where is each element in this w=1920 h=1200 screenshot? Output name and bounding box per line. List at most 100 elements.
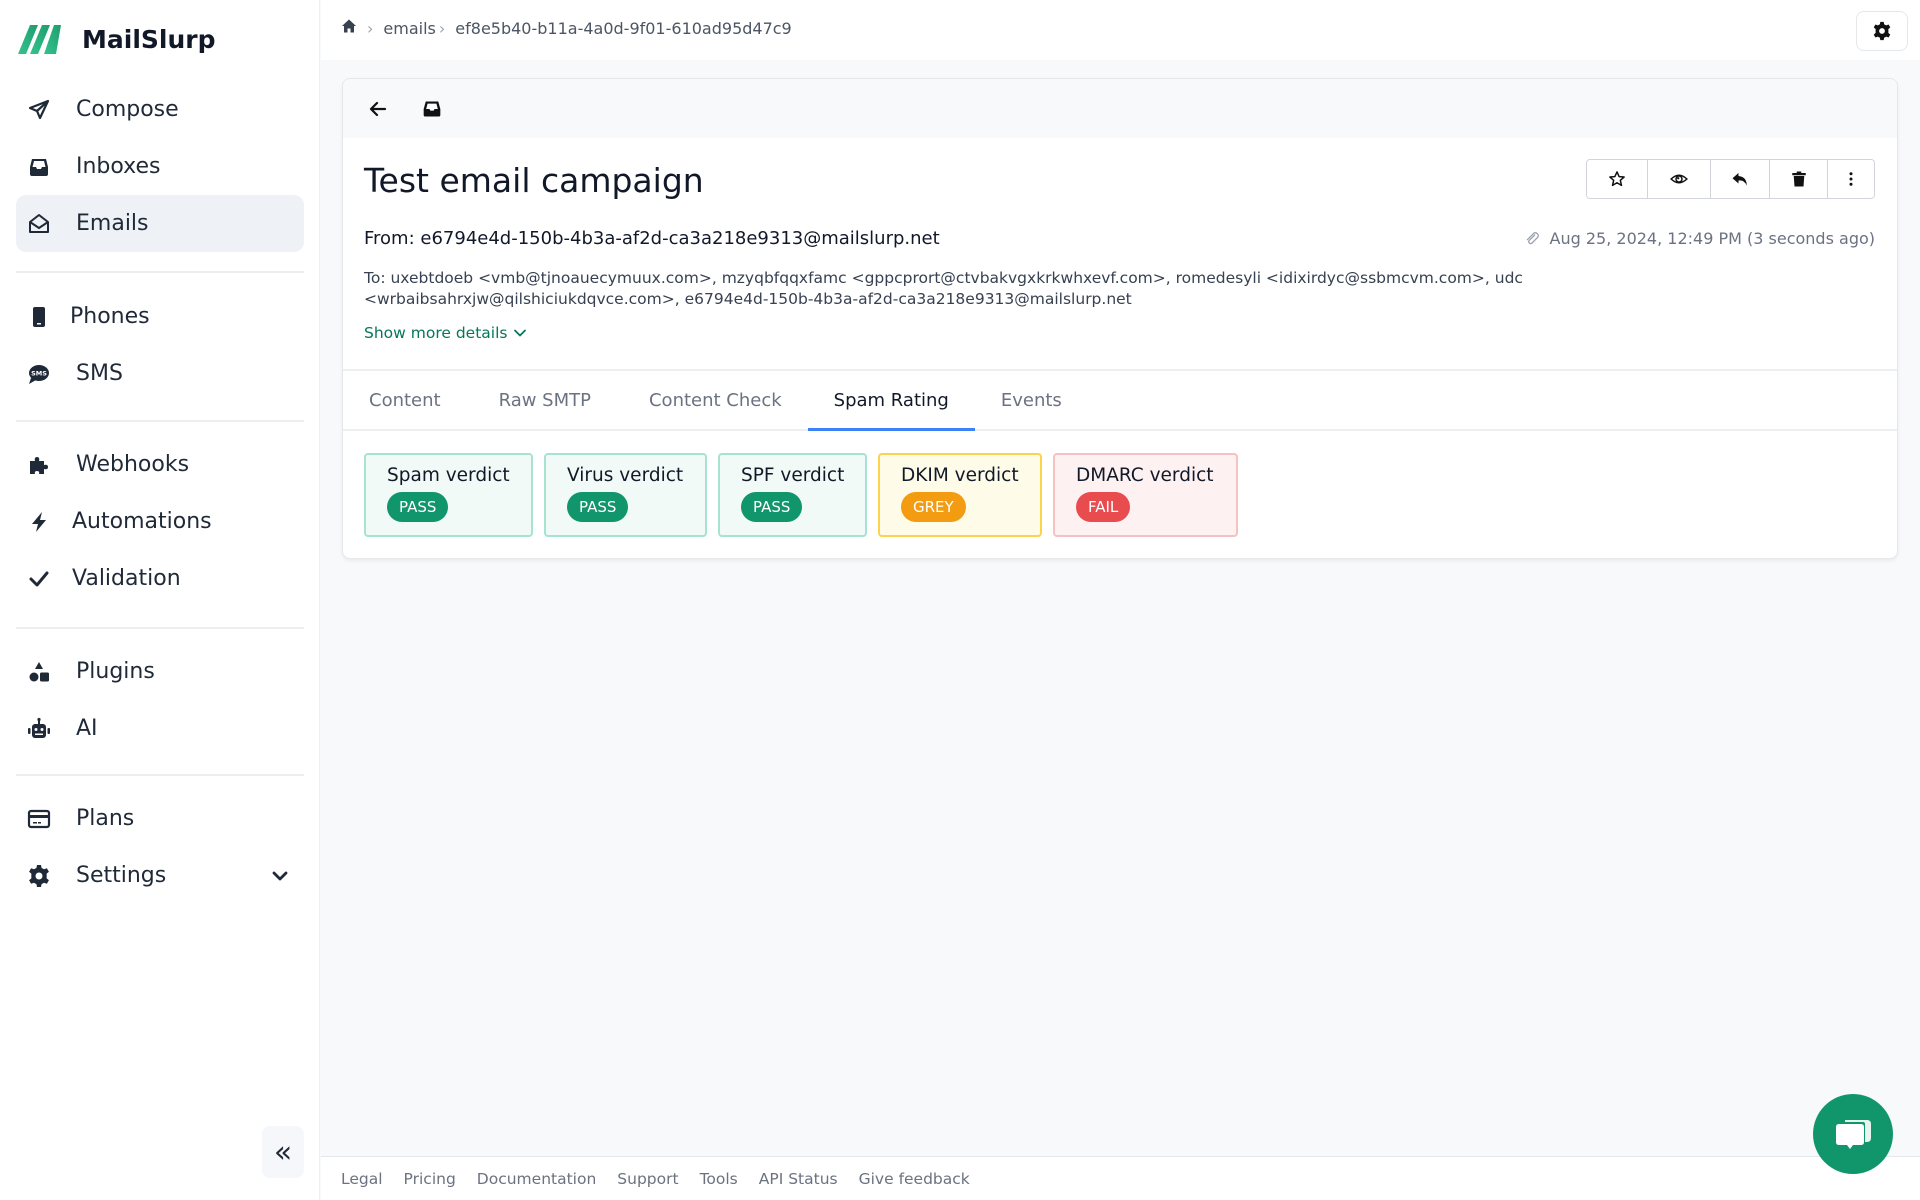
sidebar-item-settings[interactable]: Settings [16, 847, 304, 904]
tab-content[interactable]: Content [343, 371, 473, 429]
inbox-icon [423, 101, 441, 116]
envelope-open-icon [26, 211, 52, 237]
email-toolbar [343, 79, 1897, 138]
sidebar-item-validation[interactable]: Validation [16, 550, 304, 607]
shapes-icon [26, 659, 52, 685]
email-card: Test email campaign From: e6794e4d-150b-… [342, 78, 1898, 559]
nav-group-integrations: Webhooks Automations Validation [16, 436, 304, 607]
breadcrumb-email-id: ef8e5b40-b11a-4a0d-9f01-610ad95d47c9 [455, 18, 792, 38]
back-button[interactable] [363, 94, 393, 124]
trash-icon [1791, 171, 1806, 187]
tab-label: Content Check [648, 389, 782, 411]
footer-link-tools[interactable]: Tools [700, 1170, 738, 1188]
tab-label: Events [1000, 389, 1062, 411]
delete-button[interactable] [1770, 160, 1828, 198]
double-chevron-left-icon: « [273, 1134, 293, 1170]
more-options-button[interactable] [1828, 160, 1874, 198]
nav-group-phone: Phones SMS SMS [16, 288, 304, 402]
verdict-card-spf: SPF verdict PASS [718, 453, 867, 537]
sidebar-item-plugins[interactable]: Plugins [16, 643, 304, 700]
verdict-status-badge: PASS [387, 492, 449, 522]
tab-raw-smtp[interactable]: Raw SMTP [473, 371, 623, 429]
robot-icon [26, 716, 52, 742]
home-icon[interactable] [341, 18, 357, 38]
footer-link-pricing[interactable]: Pricing [404, 1170, 456, 1188]
sidebar-item-webhooks[interactable]: Webhooks [16, 436, 304, 493]
sidebar-item-label: Automations [72, 509, 212, 534]
sidebar-item-inboxes[interactable]: Inboxes [16, 138, 304, 195]
verdict-status-badge: GREY [901, 492, 966, 522]
tab-content-check[interactable]: Content Check [623, 371, 808, 429]
footer-link-support[interactable]: Support [617, 1170, 678, 1188]
nav-group-account: Plans Settings [16, 790, 304, 904]
tab-spam-rating[interactable]: Spam Rating [807, 371, 976, 431]
phone-icon [26, 304, 52, 330]
verdict-label: Spam verdict [387, 465, 510, 486]
sidebar-item-automations[interactable]: Automations [16, 493, 304, 550]
eye-icon [1670, 174, 1688, 184]
reply-icon [1732, 173, 1747, 186]
sidebar-divider [16, 774, 304, 776]
gear-icon [1873, 21, 1891, 41]
star-button[interactable] [1587, 160, 1648, 198]
footer-link-api-status[interactable]: API Status [759, 1170, 838, 1188]
chevron-down-icon[interactable] [270, 866, 290, 886]
top-bar: › emails › ef8e5b40-b11a-4a0d-9f01-610ad… [321, 0, 1920, 60]
breadcrumb: › emails › ef8e5b40-b11a-4a0d-9f01-610ad… [341, 18, 792, 38]
verdict-label: SPF verdict [741, 465, 845, 486]
verdict-card-dkim: DKIM verdict GREY [878, 453, 1042, 537]
verdict-status-badge: PASS [741, 492, 803, 522]
app-name: MailSlurp [82, 24, 216, 54]
tab-events[interactable]: Events [975, 371, 1088, 429]
collapse-sidebar-button[interactable]: « [262, 1126, 304, 1178]
chevron-right-icon: › [438, 18, 446, 38]
mailslurp-logo-icon [18, 25, 61, 54]
sidebar-item-sms[interactable]: SMS SMS [16, 345, 304, 402]
footer-link-give-feedback[interactable]: Give feedback [859, 1170, 970, 1188]
sidebar-item-phones[interactable]: Phones [16, 288, 304, 345]
verdict-card-dmarc: DMARC verdict FAIL [1053, 453, 1238, 537]
email-date: Aug 25, 2024, 12:49 PM (3 seconds ago) [1524, 229, 1875, 248]
check-icon [26, 566, 52, 592]
view-raw-button[interactable] [1648, 160, 1711, 198]
tab-label: Spam Rating [833, 389, 949, 411]
nav-group-main: Compose Inboxes Emails [16, 81, 304, 252]
sidebar-item-label: AI [76, 716, 98, 741]
reply-button[interactable] [1711, 160, 1770, 198]
settings-button[interactable] [1856, 11, 1908, 51]
svg-text:SMS: SMS [31, 369, 47, 377]
sidebar-item-label: Plans [76, 806, 135, 831]
sidebar: MailSlurp Compose Inboxes Emails Phones … [0, 0, 320, 1200]
credit-card-icon [26, 806, 52, 832]
email-to: To: uxebtdoeb <vmb@tjnoauecymuux.com>, m… [364, 269, 1523, 308]
email-subject: Test email campaign [364, 161, 704, 200]
verdict-label: DMARC verdict [1076, 465, 1214, 486]
sidebar-item-ai[interactable]: AI [16, 700, 304, 757]
view-inbox-button[interactable] [417, 94, 447, 124]
sidebar-item-compose[interactable]: Compose [16, 81, 304, 138]
email-actions [1586, 159, 1875, 199]
footer: Legal Pricing Documentation Support Tool… [321, 1156, 1920, 1200]
logo[interactable]: MailSlurp [16, 20, 215, 58]
verdict-label: Virus verdict [567, 465, 684, 486]
spam-verdicts: Spam verdict PASS Virus verdict PASS SPF… [364, 453, 1238, 537]
tab-label: Raw SMTP [498, 389, 591, 411]
nav-group-extensions: Plugins AI [16, 643, 304, 757]
footer-link-documentation[interactable]: Documentation [477, 1170, 597, 1188]
sidebar-item-label: Compose [76, 97, 179, 122]
sidebar-item-plans[interactable]: Plans [16, 790, 304, 847]
verdict-status-badge: FAIL [1076, 492, 1131, 522]
show-more-details-link[interactable]: Show more details [364, 324, 527, 342]
email-from: From: e6794e4d-150b-4b3a-af2d-ca3a218e93… [364, 228, 940, 249]
verdict-card-virus: Virus verdict PASS [544, 453, 707, 537]
sidebar-divider [16, 271, 304, 273]
chat-support-button[interactable] [1813, 1094, 1893, 1174]
footer-link-legal[interactable]: Legal [341, 1170, 383, 1188]
arrow-left-icon [369, 101, 387, 116]
sidebar-item-label: Plugins [76, 659, 155, 684]
gear-icon [26, 863, 52, 889]
star-icon [1609, 171, 1625, 187]
bolt-icon [26, 509, 52, 535]
sidebar-item-emails[interactable]: Emails [16, 195, 304, 252]
breadcrumb-emails[interactable]: emails [383, 19, 435, 38]
